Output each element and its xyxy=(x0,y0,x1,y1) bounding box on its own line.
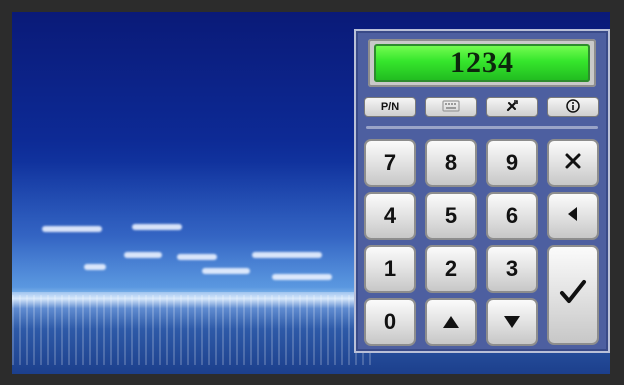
pn-button[interactable]: P/N xyxy=(364,97,416,117)
key-3-label: 3 xyxy=(505,256,519,281)
keypad-panel: 1234 P/N 7 8 9 4 5 6 1 2 3 0 xyxy=(354,29,610,353)
up-arrow-icon xyxy=(442,309,460,335)
key-3[interactable]: 3 xyxy=(486,245,538,293)
cloud xyxy=(177,254,217,260)
device-frame: 1234 P/N 7 8 9 4 5 6 1 2 3 0 xyxy=(0,0,624,385)
settings-button[interactable] xyxy=(486,97,538,117)
enter-button[interactable] xyxy=(547,245,599,345)
cloud xyxy=(202,268,250,274)
up-arrow-button[interactable] xyxy=(425,298,477,346)
clear-button[interactable] xyxy=(547,139,599,187)
key-9[interactable]: 9 xyxy=(486,139,538,187)
key-1-label: 1 xyxy=(383,256,397,281)
key-5[interactable]: 5 xyxy=(425,192,477,240)
down-arrow-button[interactable] xyxy=(486,298,538,346)
key-6-label: 6 xyxy=(505,203,519,228)
key-8-label: 8 xyxy=(444,150,458,175)
key-6[interactable]: 6 xyxy=(486,192,538,240)
cloud xyxy=(42,226,102,232)
key-5-label: 5 xyxy=(444,203,458,228)
key-4-label: 4 xyxy=(383,203,397,228)
toolbar-separator xyxy=(366,126,598,129)
wallpaper: 1234 P/N 7 8 9 4 5 6 1 2 3 0 xyxy=(12,12,610,374)
key-4[interactable]: 4 xyxy=(364,192,416,240)
code-display: 1234 xyxy=(374,44,590,82)
enter-check-icon xyxy=(558,277,588,313)
down-arrow-icon xyxy=(503,309,521,335)
key-8[interactable]: 8 xyxy=(425,139,477,187)
keyboard-icon xyxy=(442,99,460,115)
cloud xyxy=(132,224,182,230)
key-7[interactable]: 7 xyxy=(364,139,416,187)
backspace-icon xyxy=(565,203,581,229)
display-frame: 1234 xyxy=(368,39,596,87)
sea-glitter xyxy=(12,295,372,365)
key-0[interactable]: 0 xyxy=(364,298,416,346)
backspace-button[interactable] xyxy=(547,192,599,240)
cloud xyxy=(124,252,162,258)
key-2[interactable]: 2 xyxy=(425,245,477,293)
key-7-label: 7 xyxy=(383,150,397,175)
cloud xyxy=(252,252,322,258)
key-1[interactable]: 1 xyxy=(364,245,416,293)
key-9-label: 9 xyxy=(505,150,519,175)
clear-icon xyxy=(564,150,582,176)
cloud xyxy=(272,274,332,280)
key-2-label: 2 xyxy=(444,256,458,281)
cloud xyxy=(84,264,106,270)
info-button[interactable] xyxy=(547,97,599,117)
info-icon xyxy=(566,98,580,116)
pn-button-label: P/N xyxy=(380,101,400,113)
tools-icon xyxy=(505,99,519,116)
key-0-label: 0 xyxy=(383,309,397,334)
keyboard-button[interactable] xyxy=(425,97,477,117)
